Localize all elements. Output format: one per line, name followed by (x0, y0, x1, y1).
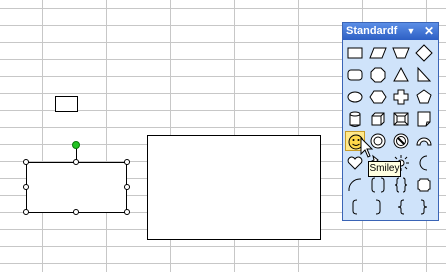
cube-icon[interactable] (368, 109, 388, 129)
small-rectangle-shape[interactable] (55, 96, 78, 112)
rounded-rectangle-icon[interactable] (345, 65, 365, 85)
mouse-pointer-icon (360, 137, 374, 158)
bevel-icon[interactable] (391, 109, 411, 129)
resize-handle-top-right[interactable] (124, 159, 130, 165)
selected-rectangle-shape[interactable] (26, 162, 127, 213)
parallelogram-icon[interactable] (368, 43, 388, 63)
hexagon-icon[interactable] (368, 87, 388, 107)
right-brace-icon[interactable] (414, 197, 434, 217)
resize-handle-top-left[interactable] (23, 159, 29, 165)
right-bracket-icon[interactable] (368, 197, 388, 217)
left-brace-icon[interactable] (391, 197, 411, 217)
plaque-icon[interactable] (414, 175, 434, 195)
moon-icon[interactable] (414, 153, 434, 173)
double-brace-icon[interactable] (391, 175, 411, 195)
dropdown-triangle-icon[interactable]: ▼ (406, 25, 416, 37)
block-arc-icon[interactable] (414, 131, 434, 151)
diamond-icon[interactable] (414, 43, 434, 63)
oval-icon[interactable] (345, 87, 365, 107)
resize-handle-right[interactable] (124, 184, 130, 190)
can-icon[interactable] (345, 109, 365, 129)
folded-corner-icon[interactable] (414, 109, 434, 129)
resize-handle-left[interactable] (23, 184, 29, 190)
resize-handle-bottom[interactable] (73, 209, 79, 215)
tooltip: Smiley (368, 161, 401, 177)
octagon-icon[interactable] (368, 65, 388, 85)
right-triangle-icon[interactable] (414, 65, 434, 85)
palette-title-bar[interactable]: Standardf ▼ ✕ (343, 23, 438, 40)
resize-handle-top[interactable] (73, 159, 79, 165)
arc-icon[interactable] (345, 175, 365, 195)
rotation-handle[interactable] (72, 141, 80, 149)
rectangle-icon[interactable] (345, 43, 365, 63)
resize-handle-bottom-left[interactable] (23, 209, 29, 215)
resize-handle-bottom-right[interactable] (124, 209, 130, 215)
large-rectangle-shape[interactable] (147, 135, 321, 240)
shapes-palette: Standardf ▼ ✕ (342, 22, 439, 221)
close-icon[interactable]: ✕ (423, 24, 435, 38)
left-bracket-icon[interactable] (345, 197, 365, 217)
triangle-icon[interactable] (391, 65, 411, 85)
trapezoid-icon[interactable] (391, 43, 411, 63)
double-bracket-icon[interactable] (368, 175, 388, 195)
pentagon-icon[interactable] (414, 87, 434, 107)
no-symbol-icon[interactable] (391, 131, 411, 151)
cross-icon[interactable] (391, 87, 411, 107)
